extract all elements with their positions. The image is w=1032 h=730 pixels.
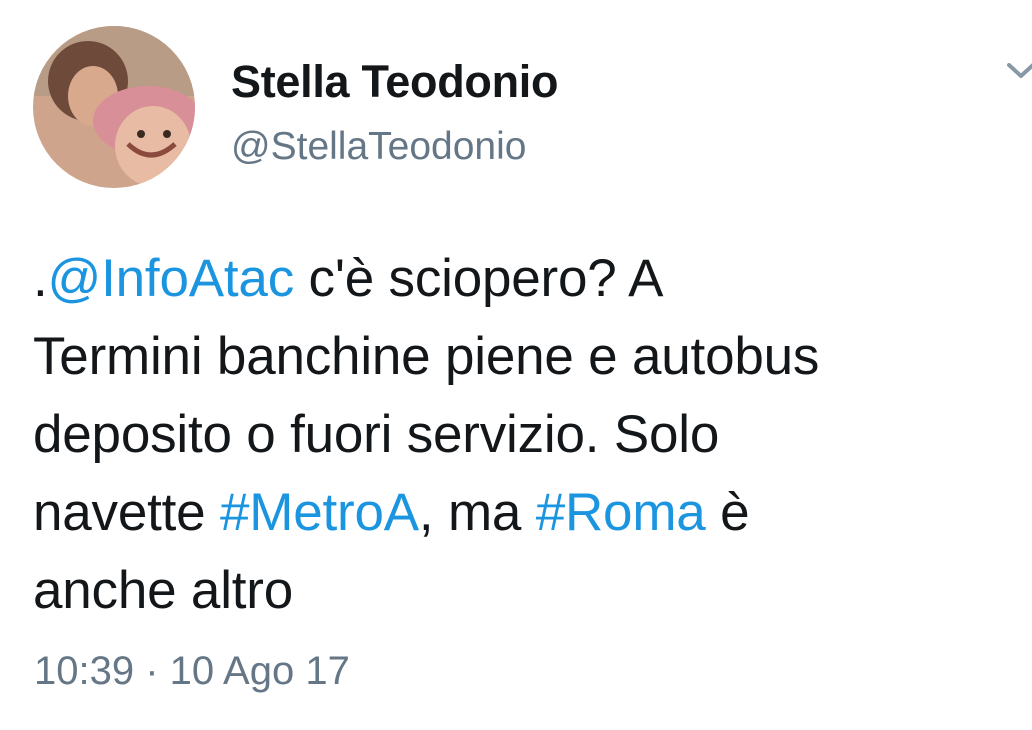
tweet-text-segment: c'è sciopero? A xyxy=(294,249,664,308)
tweet-line: anche altro xyxy=(33,561,294,620)
mention-link[interactable]: @InfoAtac xyxy=(48,249,295,308)
chevron-down-icon[interactable] xyxy=(1006,60,1032,82)
tweet-text-segment: . xyxy=(33,249,48,308)
hashtag-link[interactable]: #Roma xyxy=(536,483,706,542)
tweet-text-segment: navette xyxy=(33,483,220,542)
tweet-text: .@InfoAtac c'è sciopero? A Termini banch… xyxy=(33,240,1023,630)
tweet-line: deposito o fuori servizio. Solo xyxy=(33,405,720,464)
tweet-line: Termini banchine piene e autobus xyxy=(33,327,820,386)
tweet-text-segment: , ma xyxy=(418,483,536,542)
tweet-line: navette #MetroA, ma #Roma è xyxy=(33,474,1023,552)
timestamp[interactable]: 10:39 · 10 Ago 17 xyxy=(34,649,350,694)
avatar[interactable] xyxy=(33,26,195,188)
hashtag-link[interactable]: #MetroA xyxy=(220,483,419,542)
tweet-text-segment: è xyxy=(705,483,750,542)
profile-photo xyxy=(33,26,195,188)
tweet-line: .@InfoAtac c'è sciopero? A xyxy=(33,240,1023,318)
user-handle[interactable]: @StellaTeodonio xyxy=(231,125,526,169)
display-name[interactable]: Stella Teodonio xyxy=(231,56,558,108)
